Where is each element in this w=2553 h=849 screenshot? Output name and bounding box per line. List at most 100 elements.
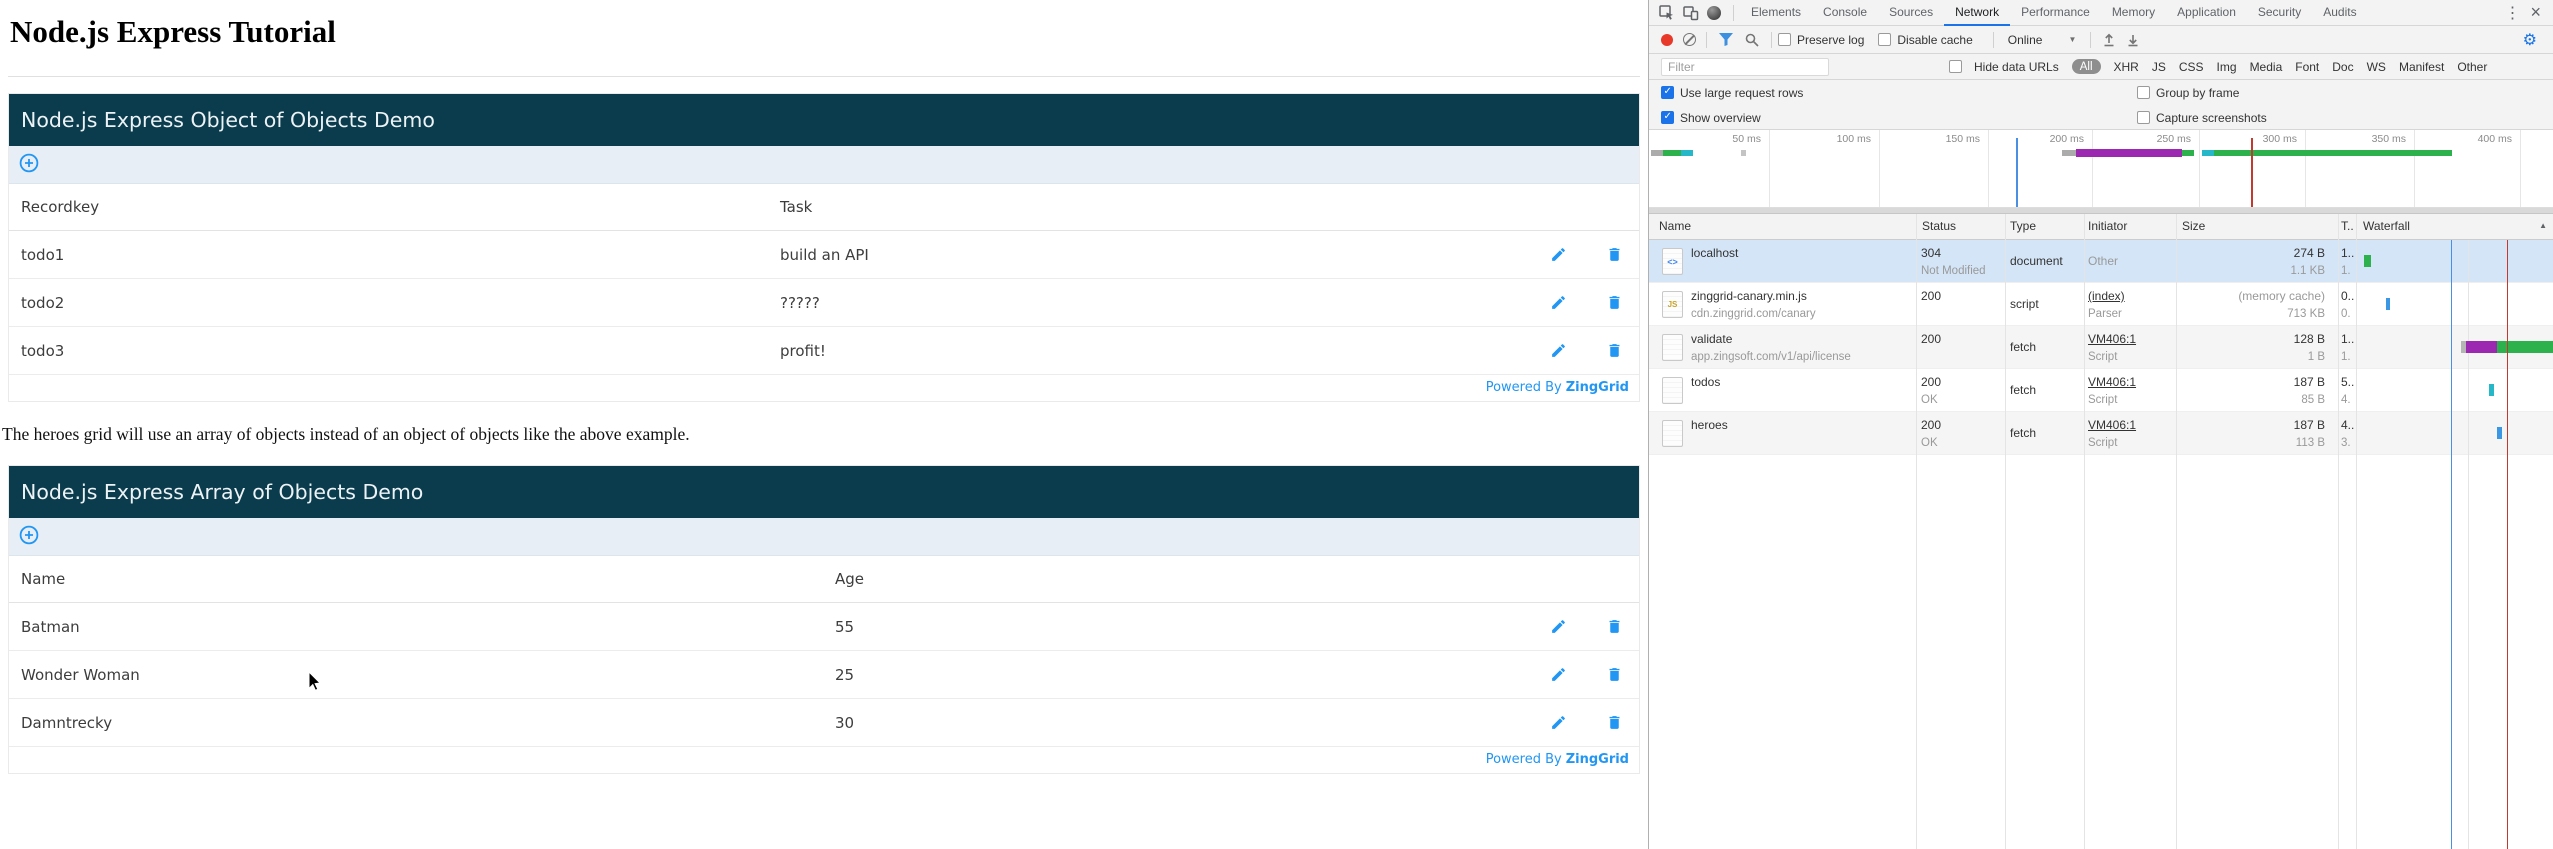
network-overview-timeline[interactable]: 50 ms 100 ms 150 ms 200 ms 250 ms 300 ms… bbox=[1649, 130, 2553, 208]
edit-icon[interactable] bbox=[1550, 246, 1567, 263]
preserve-log-checkbox[interactable] bbox=[1778, 33, 1791, 46]
column-divider[interactable] bbox=[2176, 214, 2177, 849]
powered-by-label: Powered By bbox=[1485, 752, 1562, 767]
request-row-validate[interactable]: validate app.zingsoft.com/v1/api/license … bbox=[1649, 326, 2553, 369]
column-divider[interactable] bbox=[2338, 214, 2339, 849]
request-row-heroes[interactable]: heroes 200 OK fetch VM406:1 Script 187 B 11… bbox=[1649, 412, 2553, 455]
file-icon bbox=[1662, 334, 1683, 361]
column-header[interactable]: Name bbox=[21, 556, 65, 603]
column-header-status[interactable]: Status bbox=[1922, 219, 1956, 233]
tab-application[interactable]: Application bbox=[2166, 0, 2247, 26]
edit-icon[interactable] bbox=[1550, 618, 1567, 635]
close-devtools-icon[interactable]: × bbox=[2530, 2, 2541, 23]
delete-icon[interactable] bbox=[1606, 246, 1623, 263]
network-table-header: Name Status Type Initiator Size T.. Wate… bbox=[1649, 214, 2553, 240]
filter-type-css[interactable]: CSS bbox=[2179, 60, 2204, 74]
column-header[interactable]: Recordkey bbox=[21, 184, 99, 231]
more-options-icon[interactable]: ⋮ bbox=[2504, 3, 2520, 23]
edit-icon[interactable] bbox=[1550, 342, 1567, 359]
column-divider[interactable] bbox=[2356, 214, 2357, 849]
tab-sources[interactable]: Sources bbox=[1878, 0, 1944, 26]
overview-request-bar bbox=[2214, 150, 2452, 156]
cell-task: ????? bbox=[780, 294, 820, 312]
delete-icon[interactable] bbox=[1606, 666, 1623, 683]
filter-type-manifest[interactable]: Manifest bbox=[2399, 60, 2444, 74]
request-row-zinggrid-script[interactable]: JS zinggrid-canary.min.js cdn.zinggrid.co… bbox=[1649, 283, 2553, 326]
overview-request-bar bbox=[1651, 150, 1663, 156]
capture-screenshots-checkbox[interactable] bbox=[2137, 111, 2150, 124]
filter-type-xhr[interactable]: XHR bbox=[2114, 60, 2139, 74]
group-by-frame-checkbox[interactable] bbox=[2137, 86, 2150, 99]
column-header-time[interactable]: T.. bbox=[2341, 219, 2355, 233]
waterfall-bar bbox=[2497, 341, 2553, 353]
tick-label: 250 ms bbox=[2156, 133, 2191, 145]
delete-icon[interactable] bbox=[1606, 342, 1623, 359]
column-header-size[interactable]: Size bbox=[2182, 219, 2205, 233]
overview-request-bar bbox=[1681, 150, 1693, 156]
filter-type-font[interactable]: Font bbox=[2295, 60, 2319, 74]
import-har-icon[interactable] bbox=[2102, 32, 2116, 47]
record-icon[interactable] bbox=[1661, 33, 1673, 46]
filter-type-other[interactable]: Other bbox=[2457, 60, 2487, 74]
search-icon[interactable] bbox=[1745, 33, 1759, 47]
filter-type-all[interactable]: All bbox=[2071, 59, 2101, 74]
tab-network[interactable]: Network bbox=[1944, 0, 2011, 26]
edit-icon[interactable] bbox=[1550, 666, 1567, 683]
delete-icon[interactable] bbox=[1606, 294, 1623, 311]
column-header-initiator[interactable]: Initiator bbox=[2088, 219, 2127, 233]
cell-name: Wonder Woman bbox=[21, 666, 140, 684]
filter-input[interactable] bbox=[1661, 57, 1829, 76]
initiator-link[interactable]: (index) bbox=[2088, 289, 2125, 303]
device-toolbar-icon[interactable] bbox=[1683, 5, 1699, 21]
use-large-request-rows-label: Use large request rows bbox=[1680, 85, 1804, 100]
initiator-link[interactable]: VM406:1 bbox=[2088, 375, 2136, 389]
tab-elements[interactable]: Elements bbox=[1740, 0, 1812, 26]
column-divider[interactable] bbox=[1916, 214, 1917, 849]
inspect-element-icon[interactable] bbox=[1659, 4, 1675, 21]
browser-page: Node.js Express Tutorial Node.js Express… bbox=[0, 0, 1648, 849]
zinggrid-brand-link[interactable]: ZingGrid bbox=[1566, 752, 1629, 767]
initiator-link[interactable]: VM406:1 bbox=[2088, 332, 2136, 346]
column-header-type[interactable]: Type bbox=[2010, 219, 2036, 233]
group-by-frame-label: Group by frame bbox=[2156, 85, 2240, 100]
grid-caption: Node.js Express Object of Objects Demo bbox=[9, 94, 1639, 146]
edit-icon[interactable] bbox=[1550, 294, 1567, 311]
edit-icon[interactable] bbox=[1550, 714, 1567, 731]
filter-type-media[interactable]: Media bbox=[2250, 60, 2283, 74]
show-overview-checkbox[interactable] bbox=[1661, 111, 1674, 124]
export-har-icon[interactable] bbox=[2126, 32, 2140, 47]
initiator-link[interactable]: VM406:1 bbox=[2088, 418, 2136, 432]
column-header-waterfall[interactable]: Waterfall bbox=[2363, 219, 2410, 233]
column-header[interactable]: Task bbox=[780, 184, 812, 231]
extension-sphere-icon[interactable] bbox=[1707, 5, 1721, 20]
clear-icon[interactable] bbox=[1683, 33, 1696, 46]
add-record-button[interactable] bbox=[19, 153, 39, 177]
column-header[interactable]: Age bbox=[835, 556, 864, 603]
tab-performance[interactable]: Performance bbox=[2010, 0, 2101, 26]
tab-audits[interactable]: Audits bbox=[2312, 0, 2367, 26]
request-row-todos[interactable]: todos 200 OK fetch VM406:1 Script 187 B 85 … bbox=[1649, 369, 2553, 412]
column-divider[interactable] bbox=[2005, 214, 2006, 849]
zinggrid-brand-link[interactable]: ZingGrid bbox=[1566, 380, 1629, 395]
hide-data-urls-checkbox[interactable] bbox=[1949, 60, 1962, 73]
waterfall-bar bbox=[2364, 255, 2371, 267]
tab-security[interactable]: Security bbox=[2247, 0, 2312, 26]
delete-icon[interactable] bbox=[1606, 618, 1623, 635]
disable-cache-checkbox[interactable] bbox=[1878, 33, 1892, 46]
filter-type-doc[interactable]: Doc bbox=[2332, 60, 2353, 74]
network-request-table: <> localhost 304 Not Modified document Ot… bbox=[1649, 240, 2553, 849]
filter-type-img[interactable]: Img bbox=[2217, 60, 2237, 74]
filter-type-ws[interactable]: WS bbox=[2367, 60, 2386, 74]
tab-memory[interactable]: Memory bbox=[2101, 0, 2166, 26]
throttling-select[interactable]: Online ▼ bbox=[2008, 33, 2077, 47]
delete-icon[interactable] bbox=[1606, 714, 1623, 731]
filter-type-js[interactable]: JS bbox=[2152, 60, 2166, 74]
add-record-button[interactable] bbox=[19, 525, 39, 549]
column-header-name[interactable]: Name bbox=[1659, 219, 1691, 233]
request-row-localhost[interactable]: <> localhost 304 Not Modified document Ot… bbox=[1649, 240, 2553, 283]
settings-gear-icon[interactable]: ⚙ bbox=[2523, 30, 2545, 50]
filter-icon[interactable] bbox=[1719, 33, 1733, 46]
tab-console[interactable]: Console bbox=[1812, 0, 1878, 26]
column-divider[interactable] bbox=[2084, 214, 2085, 849]
use-large-request-rows-checkbox[interactable] bbox=[1661, 86, 1674, 99]
